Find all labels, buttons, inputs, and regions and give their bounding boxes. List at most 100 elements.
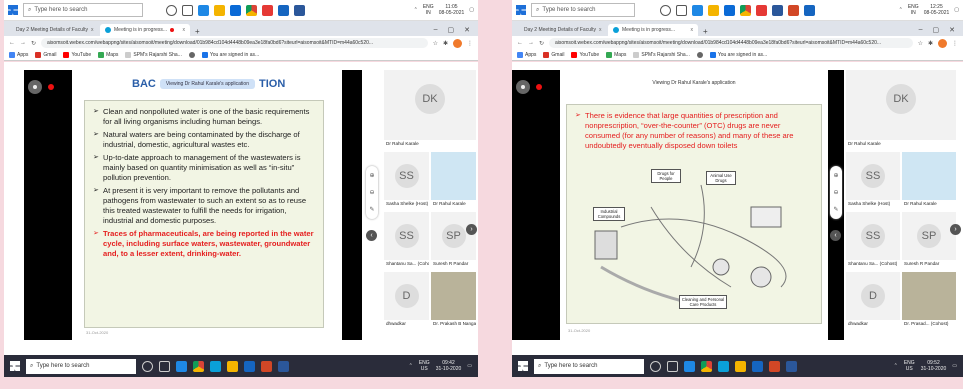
word-icon[interactable] xyxy=(772,4,783,16)
tray-up-icon[interactable]: ⌃ xyxy=(894,363,898,369)
chrome-icon[interactable] xyxy=(193,360,204,372)
host-video-tile[interactable]: DK Dr Rahul Karale xyxy=(384,70,476,148)
zoom-in-icon[interactable]: ⊕ xyxy=(833,172,838,179)
close-icon[interactable]: x xyxy=(691,27,694,33)
webex-icon[interactable] xyxy=(210,360,221,372)
file-explorer-icon[interactable] xyxy=(735,360,746,372)
taskbar-search[interactable]: ⌕ Type here to search xyxy=(23,3,143,17)
url-field[interactable]: aisomsoit.webex.com/webappng/sites/aisom… xyxy=(41,38,428,48)
word-icon[interactable] xyxy=(294,4,305,16)
annotate-icon[interactable]: ✎ xyxy=(833,206,838,213)
task-view-icon[interactable] xyxy=(667,360,678,372)
participant-tile[interactable]: Dr. Prasad... (Cohost) xyxy=(902,272,956,328)
recording-icon[interactable] xyxy=(28,80,42,94)
clock[interactable]: 11:05 08-05-2021 xyxy=(439,4,465,16)
store-icon[interactable] xyxy=(724,4,735,16)
notification-icon[interactable]: ▢ xyxy=(954,7,959,13)
annotate-icon[interactable]: ✎ xyxy=(369,206,374,213)
powerpoint-icon[interactable] xyxy=(261,360,272,372)
taskbar-search[interactable]: ⌕ Type here to search xyxy=(534,358,644,374)
bookmark-apps[interactable]: Apps xyxy=(9,52,28,58)
back-icon[interactable]: ← xyxy=(517,40,523,46)
bookmark-apps[interactable]: Apps xyxy=(517,52,536,58)
notification-icon[interactable]: ▭ xyxy=(467,363,472,369)
close-icon[interactable]: x xyxy=(91,27,94,33)
tab-meeting-details[interactable]: Day 2 Meeting Details of Faculty x xyxy=(516,24,606,36)
close-icon[interactable]: x xyxy=(183,27,186,33)
cortana-icon[interactable] xyxy=(660,4,671,16)
bookmark-signed-in[interactable]: You are signed in as... xyxy=(201,52,259,58)
file-explorer-icon[interactable] xyxy=(708,4,719,16)
back-icon[interactable]: ← xyxy=(9,40,15,46)
close-window-icon[interactable]: ✕ xyxy=(464,26,470,34)
chrome-icon[interactable] xyxy=(740,4,751,16)
edge-icon[interactable] xyxy=(684,360,695,372)
bookmark-gmail[interactable]: Gmail xyxy=(543,52,564,58)
extensions-icon[interactable]: ✱ xyxy=(443,40,448,47)
chrome-icon[interactable] xyxy=(701,360,712,372)
edge-icon[interactable] xyxy=(692,4,703,16)
clock[interactable]: 09:52 31-10-2020 xyxy=(921,360,947,372)
taskbar-search[interactable]: ⌕ Type here to search xyxy=(531,3,635,17)
store-icon[interactable] xyxy=(244,360,255,372)
task-view-icon[interactable] xyxy=(182,4,193,16)
app-icon-red[interactable] xyxy=(756,4,767,16)
participant-tile[interactable]: Dr Rahul Karale xyxy=(431,152,476,208)
maximize-icon[interactable]: ▢ xyxy=(933,26,940,34)
windows-start-icon[interactable] xyxy=(8,5,18,15)
profile-avatar[interactable] xyxy=(453,38,462,48)
chevron-left-icon[interactable]: ‹ xyxy=(830,230,841,241)
notification-icon[interactable]: ▭ xyxy=(952,363,957,369)
participant-tile[interactable]: SP Suresh R Pandar xyxy=(431,212,476,268)
bookmark-signed-in[interactable]: You are signed in as... xyxy=(709,52,767,58)
menu-icon[interactable]: ⋮ xyxy=(467,40,473,47)
new-tab-button[interactable]: + xyxy=(195,27,200,36)
file-explorer-icon[interactable] xyxy=(214,4,225,16)
clock[interactable]: 09:42 31-10-2020 xyxy=(436,360,462,372)
reload-icon[interactable]: ↻ xyxy=(31,40,36,47)
store-icon[interactable] xyxy=(752,360,763,372)
close-icon[interactable]: x xyxy=(599,27,602,33)
bookmark-globe[interactable] xyxy=(696,52,703,58)
language-indicator[interactable]: ENG IN xyxy=(908,4,919,16)
close-window-icon[interactable]: ✕ xyxy=(949,26,955,34)
tray-up-icon[interactable]: ⌃ xyxy=(899,7,903,13)
tab-meeting-progress[interactable]: Meeting is in progress... x xyxy=(100,24,190,36)
participant-tile[interactable]: SS Shantanu Sa... (Cohost) xyxy=(384,212,429,268)
profile-avatar[interactable] xyxy=(938,38,947,48)
star-icon[interactable]: ☆ xyxy=(433,40,438,47)
maximize-icon[interactable]: ▢ xyxy=(448,26,455,34)
participant-tile[interactable]: Dr Rahul Karale xyxy=(902,152,956,208)
taskbar-search[interactable]: ⌕ Type here to search xyxy=(26,358,136,374)
zoom-in-icon[interactable]: ⊕ xyxy=(369,172,374,179)
participant-tile[interactable]: SS Sasha Shelke (Host) xyxy=(846,152,900,208)
participant-tile[interactable]: SS Sasha Shelke (Host) xyxy=(384,152,429,208)
store-icon[interactable] xyxy=(230,4,241,16)
reload-icon[interactable]: ↻ xyxy=(539,40,544,47)
bookmark-spm[interactable]: SPM's Rajarshi Sha... xyxy=(125,52,182,58)
tab-meeting-details[interactable]: Day 2 Meeting Details of Faculty x xyxy=(8,24,98,36)
cortana-icon[interactable] xyxy=(142,360,153,372)
language-indicator[interactable]: ENG US xyxy=(419,360,430,372)
edge-icon[interactable] xyxy=(176,360,187,372)
chevron-right-icon[interactable]: › xyxy=(950,224,961,235)
recording-icon[interactable] xyxy=(516,80,530,94)
notification-icon[interactable]: ▢ xyxy=(469,7,474,13)
file-explorer-icon[interactable] xyxy=(227,360,238,372)
bookmark-maps[interactable]: Maps xyxy=(606,52,626,58)
edge-icon[interactable] xyxy=(198,4,209,16)
chevron-left-icon[interactable]: ‹ xyxy=(366,230,377,241)
host-video-tile[interactable]: DK Dr Rahul Karale xyxy=(846,70,956,148)
tab-meeting-progress[interactable]: Meeting is in progress... x xyxy=(608,24,698,36)
cortana-icon[interactable] xyxy=(166,4,177,16)
participant-tile[interactable]: SP Suresh R Pandar xyxy=(902,212,956,268)
app-icon-blue[interactable] xyxy=(804,4,815,16)
star-icon[interactable]: ☆ xyxy=(918,40,923,47)
language-indicator[interactable]: ENG IN xyxy=(423,4,434,16)
clock[interactable]: 12:25 08-05-2021 xyxy=(924,4,950,16)
url-field[interactable]: aisomsoit.webex.com/webappng/sites/aisom… xyxy=(549,38,913,48)
bookmark-youtube[interactable]: YouTube xyxy=(571,52,599,58)
powerpoint-icon[interactable] xyxy=(788,4,799,16)
cortana-icon[interactable] xyxy=(650,360,661,372)
windows-start-icon[interactable] xyxy=(516,5,526,15)
